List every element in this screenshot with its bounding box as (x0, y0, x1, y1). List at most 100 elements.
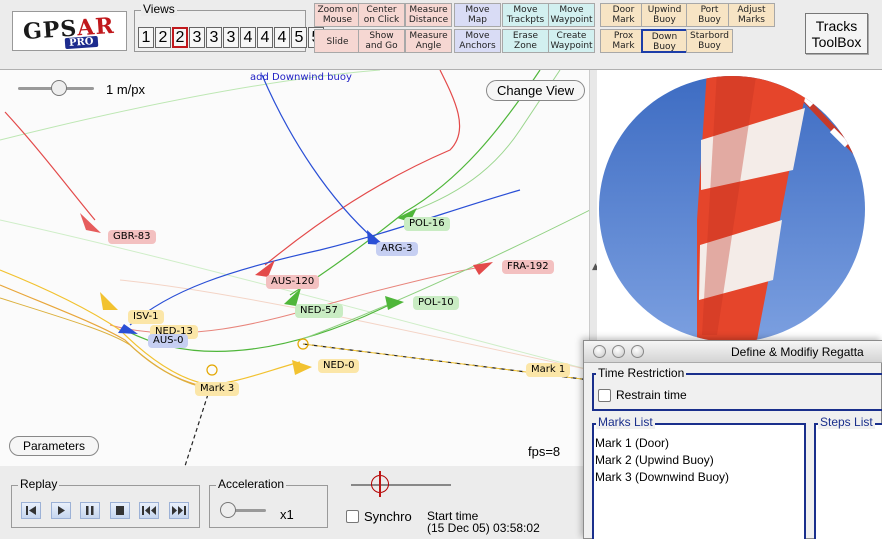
scale-slider-knob[interactable] (51, 80, 67, 96)
down-buoy-button[interactable]: Down Buoy (641, 29, 688, 53)
skip-to-start-icon (142, 506, 156, 515)
marks-list-item[interactable]: Mark 3 (Downwind Buoy) (595, 469, 729, 486)
boat-label-ned-0[interactable]: NED-0 (318, 359, 360, 373)
upwind-buoy-button[interactable]: Upwind Buoy (641, 3, 688, 27)
port-buoy-button[interactable]: Port Buoy (686, 3, 733, 27)
play-icon (58, 506, 65, 515)
views-title: Views (141, 2, 177, 16)
boat-arrow-aus-0 (118, 324, 138, 334)
boat-arrow-gbr-83 (80, 213, 101, 233)
zoom-window-button[interactable] (631, 345, 644, 358)
bottom-controls: Replay Acceleration x1 Synchro Start tim… (0, 466, 590, 539)
skip-to-start-button[interactable] (139, 502, 159, 519)
boat-label-fra-192[interactable]: FRA-192 (502, 260, 554, 274)
marks-list-item[interactable]: Mark 2 (Upwind Buoy) (595, 452, 729, 469)
play-button[interactable] (51, 502, 71, 519)
boat-label-arg-3[interactable]: ARG-3 (376, 242, 418, 256)
move-map-button[interactable]: Move Map (454, 3, 501, 27)
boat-label-aus-0[interactable]: AUS-0 (148, 334, 189, 348)
boat-arrow-fra-192 (473, 262, 493, 275)
replay-group: Replay (11, 477, 200, 528)
skip-to-end-button[interactable] (169, 502, 189, 519)
restrain-time-label: Restrain time (616, 388, 687, 402)
marks-list-item[interactable]: Mark 1 (Door) (595, 435, 729, 452)
pause-icon (86, 506, 94, 515)
view-button-7[interactable]: 4 (257, 27, 273, 48)
view-button-6[interactable]: 4 (240, 27, 256, 48)
door-mark-button[interactable]: Door Mark (600, 3, 647, 27)
measure-angle-button[interactable]: Measure Angle (405, 29, 452, 53)
view-button-1[interactable]: 1 (138, 27, 154, 48)
view-button-active[interactable]: 2 (172, 27, 188, 48)
close-window-button[interactable] (593, 345, 606, 358)
scale-label: 1 m/px (106, 82, 146, 97)
views-panel: Views 1 2 2 3 3 3 4 4 4 5 5 (134, 2, 324, 52)
view-button-3[interactable]: 3 (189, 27, 205, 48)
view-button-8[interactable]: 4 (274, 27, 290, 48)
time-restriction-group: Time Restriction Restrain time (592, 366, 882, 411)
view-button-5[interactable]: 3 (223, 27, 239, 48)
blue-track (261, 74, 376, 241)
create-waypoint-button[interactable]: Create Waypoint (548, 29, 595, 53)
acceleration-title: Acceleration (216, 477, 287, 491)
marks-list-group: Marks List Mark 1 (Door) Mark 2 (Upwind … (592, 415, 806, 539)
course-line (184, 387, 211, 466)
time-slider-track[interactable] (351, 484, 451, 486)
marks-list: Mark 1 (Door) Mark 2 (Upwind Buoy) Mark … (595, 435, 729, 486)
slide-button[interactable]: Slide (314, 29, 361, 53)
boat-arrow-pol-10 (385, 296, 404, 310)
erase-zone-button[interactable]: Erase Zone (502, 29, 549, 53)
show-and-go-button[interactable]: Show and Go (358, 29, 405, 53)
dialog-titlebar[interactable]: Define & Modifiy Regatta (584, 341, 882, 363)
step-back-button[interactable] (21, 502, 41, 519)
view-button-4[interactable]: 3 (206, 27, 222, 48)
measure-distance-button[interactable]: Measure Distance (405, 3, 452, 27)
acceleration-group: Acceleration x1 (209, 477, 328, 528)
move-anchors-button[interactable]: Move Anchors (454, 29, 501, 53)
stop-icon (116, 506, 124, 515)
windsock-photo (597, 70, 882, 340)
boat-arrow-ned-0 (292, 360, 312, 375)
move-trackpts-button[interactable]: Move Trackpts (502, 3, 549, 27)
view-button-2[interactable]: 2 (155, 27, 171, 48)
mark-label-mark-1[interactable]: Mark 1 (526, 363, 571, 377)
replay-title: Replay (18, 477, 60, 491)
fps-readout: fps=8 (528, 444, 561, 459)
restrain-time-checkbox[interactable] (598, 389, 611, 402)
logo-pro-badge: PRO (64, 35, 98, 50)
tracks-toolbox-button[interactable]: Tracks ToolBox (805, 13, 868, 54)
boat-label-gbr-83[interactable]: GBR-83 (108, 230, 156, 244)
change-view-button[interactable]: Change View (486, 80, 585, 101)
marks-list-title: Marks List (596, 415, 655, 429)
acceleration-slider-knob[interactable] (220, 502, 236, 518)
boat-label-aus-120[interactable]: AUS-120 (266, 275, 320, 289)
skip-to-end-icon (172, 506, 186, 515)
zoom-on-mouse-button[interactable]: Zoom on Mouse (314, 3, 361, 27)
adjust-marks-button[interactable]: Adjust Marks (728, 3, 775, 27)
time-slider-marker (379, 471, 381, 497)
parameters-button[interactable]: Parameters (9, 436, 99, 456)
minimize-window-button[interactable] (612, 345, 625, 358)
views-row: 1 2 2 3 3 3 4 4 4 5 5 (138, 27, 325, 48)
prox-mark-button[interactable]: Prox Mark (600, 29, 647, 53)
red-track (264, 70, 461, 266)
toolbar: GPSAR PRO Views 1 2 2 3 3 3 4 4 4 5 5 Zo… (0, 0, 882, 70)
starbord-buoy-button[interactable]: Starbord Buoy (686, 29, 733, 53)
scale-slider[interactable] (18, 80, 94, 96)
boat-arrow-isv-1 (100, 292, 118, 310)
move-waypoint-button[interactable]: Move Waypoint (548, 3, 595, 27)
boat-label-isv-1[interactable]: ISV-1 (128, 310, 164, 324)
mark-label-mark-3[interactable]: Mark 3 (195, 382, 240, 396)
boat-label-pol-10[interactable]: POL-10 (413, 296, 459, 310)
view-button-9[interactable]: 5 (291, 27, 307, 48)
synchro-checkbox[interactable] (346, 510, 359, 523)
pause-button[interactable] (80, 502, 100, 519)
race-map[interactable]: 1 m/px add Downwind buoy Change View GBR… (0, 70, 590, 466)
boat-label-ned-57[interactable]: NED-57 (295, 304, 343, 318)
mark-3-buoy (206, 364, 218, 376)
boat-label-pol-16[interactable]: POL-16 (404, 217, 450, 231)
stop-button[interactable] (110, 502, 130, 519)
center-on-click-button[interactable]: Center on Click (358, 3, 405, 27)
acceleration-value: x1 (280, 507, 294, 522)
step-back-icon (26, 506, 36, 515)
